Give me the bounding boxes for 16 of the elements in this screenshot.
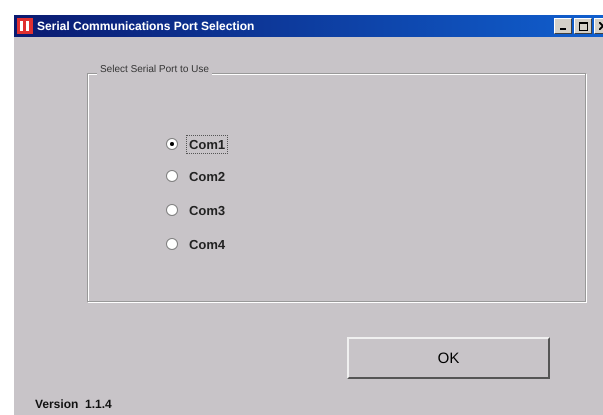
version-label: Version 1.1.4 xyxy=(35,397,112,411)
app-icon xyxy=(17,18,33,34)
radio-option[interactable]: Com1 xyxy=(166,134,585,154)
group-label: Select Serial Port to Use xyxy=(97,64,212,75)
window-title: Serial Communications Port Selection xyxy=(37,19,256,33)
radio-button[interactable] xyxy=(166,238,178,250)
ok-button[interactable]: OK xyxy=(347,337,550,379)
maximize-icon xyxy=(578,22,588,30)
minimize-button[interactable] xyxy=(554,18,572,34)
maximize-button[interactable] xyxy=(574,18,592,34)
radio-option[interactable]: Com4 xyxy=(166,234,585,254)
radio-button[interactable] xyxy=(166,138,178,150)
radio-option[interactable]: Com2 xyxy=(166,166,585,186)
radio-button[interactable] xyxy=(166,204,178,216)
radio-button[interactable] xyxy=(166,170,178,182)
radio-option[interactable]: Com3 xyxy=(166,200,585,220)
